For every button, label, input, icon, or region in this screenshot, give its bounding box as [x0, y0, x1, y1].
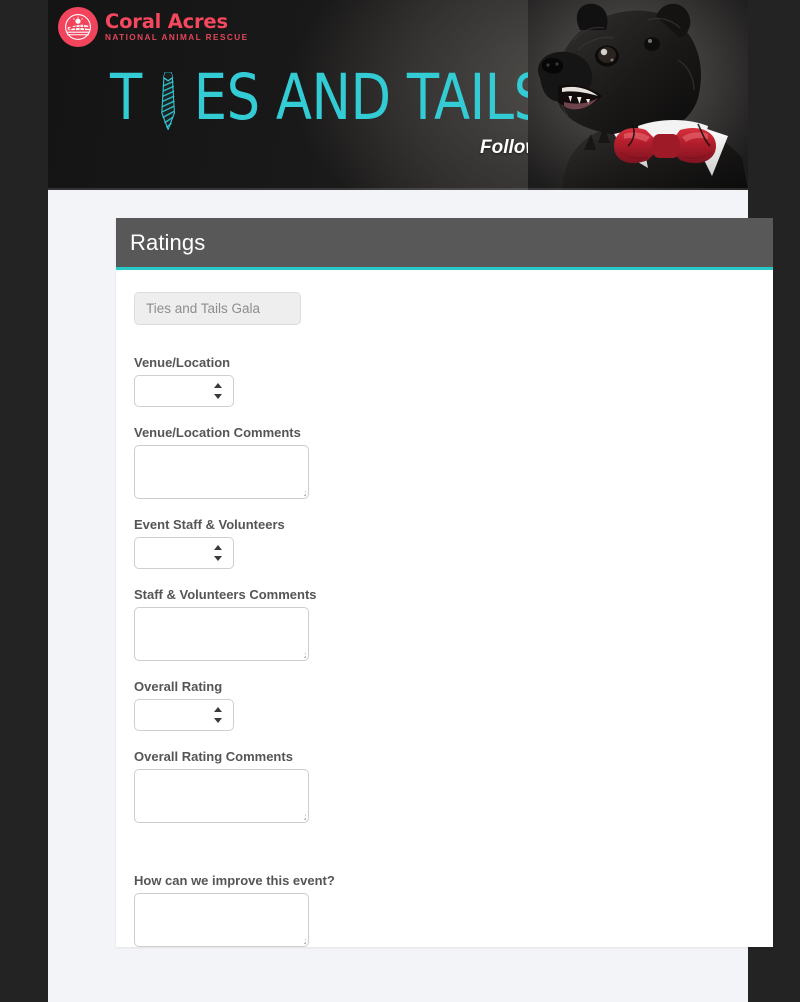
field-how-can-we-improve: How can we improve this event? [116, 873, 773, 947]
field-label-venue-location-comments: Venue/Location Comments [134, 425, 301, 440]
event-banner: Coral Acres NATIONAL ANIMAL RESCUE T ES … [48, 0, 748, 190]
page-title: Ratings [130, 229, 206, 255]
stepper-arrows-icon [214, 706, 223, 724]
dog-in-bowtie-photo [528, 0, 748, 190]
overall-rating-select[interactable] [134, 699, 234, 731]
event-headline: T ES AND TAILS GALA [110, 66, 705, 131]
field-venue-location: Venue/Location [116, 355, 773, 407]
field-overall-rating-comments: Overall Rating Comments [116, 749, 773, 823]
staff-volunteers-comments-textarea[interactable] [134, 607, 309, 661]
field-staff-volunteers-comments: Staff & Volunteers Comments [116, 587, 773, 661]
stepper-arrows-icon [214, 382, 223, 400]
card-body: Ties and Tails Gala Venue/Location Venue… [116, 270, 773, 947]
field-event-name: Ties and Tails Gala [116, 292, 773, 325]
card-header: Ratings [116, 218, 773, 270]
field-label-staff-volunteers-comments: Staff & Volunteers Comments [134, 587, 317, 602]
field-label-overall-rating: Overall Rating [134, 679, 223, 694]
field-label-venue-location: Venue/Location [134, 355, 231, 370]
field-overall-rating: Overall Rating [116, 679, 773, 731]
necktie-icon [159, 71, 177, 131]
sunrise-field-circle-icon [58, 7, 98, 47]
content-column: Coral Acres NATIONAL ANIMAL RESCUE T ES … [48, 0, 773, 1002]
resize-handle-icon[interactable] [295, 647, 306, 658]
field-label-how-can-we-improve: How can we improve this event? [134, 873, 335, 888]
banner-bottom-edge [48, 188, 748, 190]
brand-tagline: NATIONAL ANIMAL RESCUE [105, 32, 249, 42]
event-staff-volunteers-select[interactable] [134, 537, 234, 569]
brand-logo-lockup[interactable]: Coral Acres NATIONAL ANIMAL RESCUE [58, 7, 249, 47]
page-root: Coral Acres NATIONAL ANIMAL RESCUE T ES … [0, 0, 800, 1002]
resize-handle-icon[interactable] [295, 933, 306, 944]
field-label-event-staff-volunteers: Event Staff & Volunteers [134, 517, 285, 532]
field-venue-location-comments: Venue/Location Comments [116, 425, 773, 499]
brand-wordmark: Coral Acres [105, 10, 228, 34]
venue-location-select[interactable] [134, 375, 234, 407]
resize-handle-icon[interactable] [295, 809, 306, 820]
how-can-we-improve-textarea[interactable] [134, 893, 309, 947]
headline-segment-1: T [110, 61, 142, 134]
venue-location-comments-textarea[interactable] [134, 445, 309, 499]
ratings-survey-card: Ratings Ties and Tails Gala Venue/Locati… [116, 218, 773, 947]
resize-handle-icon[interactable] [295, 485, 306, 496]
brand-text-block: Coral Acres NATIONAL ANIMAL RESCUE [105, 12, 249, 42]
field-label-overall-rating-comments: Overall Rating Comments [134, 749, 293, 764]
overall-rating-comments-textarea[interactable] [134, 769, 309, 823]
field-event-staff-volunteers: Event Staff & Volunteers [116, 517, 773, 569]
event-name-input[interactable]: Ties and Tails Gala [134, 292, 301, 325]
stepper-arrows-icon [214, 544, 223, 562]
